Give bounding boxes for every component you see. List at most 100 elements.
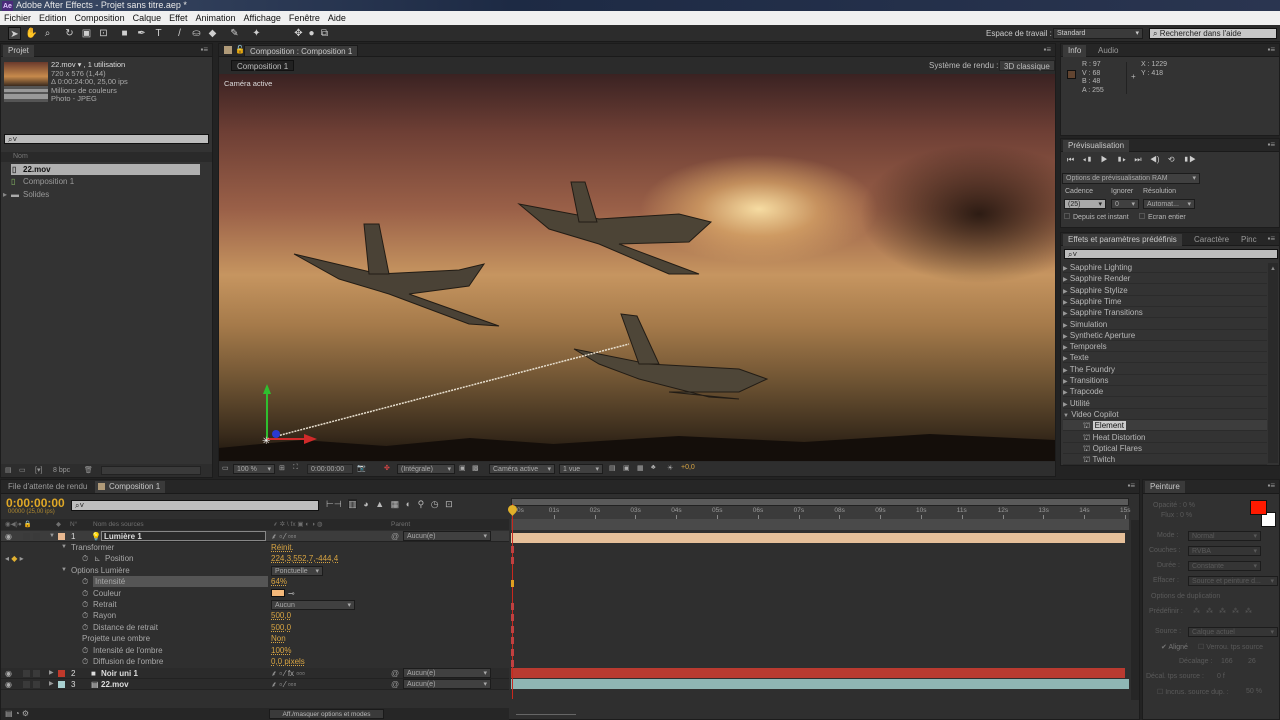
renderer-button[interactable]: 3D classique [999, 60, 1055, 71]
property-select[interactable]: Aucun [271, 600, 355, 610]
keyframe-marker[interactable] [511, 648, 514, 656]
channels-icon[interactable]: ✤ [384, 464, 390, 472]
current-time-field[interactable]: 0:00:00:00 [307, 464, 353, 474]
play-icon[interactable]: ▶ [1101, 155, 1108, 164]
solo-toggle[interactable] [23, 533, 30, 540]
expand-arrow-icon[interactable]: ▶ [1063, 368, 1068, 374]
property-value[interactable]: 100% [271, 645, 291, 656]
composition-subtab[interactable]: Composition 1 [231, 60, 295, 71]
effect-category[interactable]: ▶ Transitions [1063, 375, 1267, 386]
work-area-bar[interactable] [511, 498, 1129, 506]
effect-item[interactable]: ⛫ Optical Flares [1063, 443, 1267, 454]
last-frame-icon[interactable]: ⏭ [1134, 155, 1141, 164]
menu-fenetre[interactable]: Fenêtre [285, 11, 324, 25]
property-value[interactable]: 0,0 pixels [271, 656, 305, 667]
duration-select[interactable]: Constante [1188, 561, 1261, 571]
keyframe-marker[interactable] [511, 660, 514, 667]
expand-arrow-icon[interactable]: ▶ [49, 679, 54, 690]
stopwatch-icon[interactable]: ⏱ [82, 622, 88, 633]
property-row[interactable]: ⏱ Intensité de l'ombre 100% [1, 645, 509, 656]
view-layout-select[interactable]: 1 vue [559, 464, 603, 474]
motion-blur-icon[interactable]: ▦ [391, 499, 400, 509]
effects-scrollbar[interactable]: ▲ [1268, 263, 1278, 463]
foreground-color-swatch[interactable] [1250, 500, 1267, 515]
expand-arrow-icon[interactable]: ▶ [1063, 300, 1068, 306]
stopwatch-icon[interactable]: ⏱ [82, 656, 88, 667]
panel-menu-icon[interactable]: ▪≡ [1267, 45, 1275, 54]
layer-name[interactable]: Noir uni 1 [101, 668, 138, 679]
expand-arrow-icon[interactable]: ▶ [1063, 390, 1068, 396]
help-search-input[interactable]: ⌕ Rechercher dans l'aide [1149, 28, 1277, 39]
effect-category[interactable]: ▶ Texte [1063, 352, 1267, 364]
source-select[interactable]: Calque actuel [1188, 627, 1278, 637]
visibility-eye-icon[interactable]: ◉ [5, 531, 12, 542]
column-parent[interactable]: Parent [391, 519, 410, 530]
shy-layers-icon[interactable]: ◕ [363, 499, 368, 509]
previous-frame-icon[interactable]: ◂▮ [1082, 155, 1092, 164]
keyframe-marker[interactable] [511, 603, 514, 610]
label-color-icon[interactable] [58, 681, 65, 688]
collapse-arrow-icon[interactable]: ▼ [49, 531, 55, 542]
tab-effets[interactable]: Effets et paramètres prédéfinis [1063, 234, 1182, 246]
fullscreen-checkbox[interactable]: Ecran entier [1139, 213, 1186, 221]
pixel-aspect-icon[interactable]: ▤ [609, 464, 616, 472]
stopwatch-icon[interactable]: ⏱ [82, 599, 88, 610]
menu-calque[interactable]: Calque [129, 11, 166, 25]
axis-mode-icon[interactable]: ✥ [292, 27, 305, 40]
effect-category[interactable]: ▶ Simulation [1063, 319, 1267, 330]
visibility-eye-icon[interactable]: ◉ [5, 668, 12, 679]
property-value[interactable]: 64% [271, 576, 287, 587]
property-row[interactable]: ⏱ Distance de retrait 500,0 [1, 622, 509, 633]
offset-x[interactable]: 166 [1221, 658, 1233, 665]
exposure-icon[interactable]: ☀ [667, 464, 673, 472]
workspace-select[interactable]: Standard [1053, 28, 1143, 39]
channels-select[interactable]: RVBA [1188, 546, 1261, 556]
keyframe-marker[interactable] [511, 546, 514, 553]
column-number[interactable]: N° [70, 519, 77, 530]
expand-arrow-icon[interactable]: ▶ [1063, 277, 1068, 283]
ram-preview-icon[interactable]: ▮▶ [1183, 155, 1197, 164]
collapse-arrow-icon[interactable]: ▼ [61, 565, 67, 576]
solo-toggle[interactable] [23, 681, 30, 688]
layer-switches[interactable]: ⸙ ▫ ⁄ fx ▫▫▫ [271, 668, 305, 679]
roto-brush-tool-icon[interactable]: ✎ [228, 27, 241, 40]
effect-item[interactable]: ⛫ Twitch [1063, 454, 1267, 466]
tab-caractere[interactable]: Caractère [1189, 234, 1234, 246]
expand-arrow-icon[interactable]: ▶ [1063, 379, 1068, 385]
stopwatch-icon[interactable]: ⏱ [82, 553, 88, 564]
panel-menu-icon[interactable]: ▪≡ [1267, 481, 1275, 490]
layer-row[interactable]: ◉ ▼ 1 💡 Lumière 1 ⸙ ▫ ⁄ ▫▫▫ @ Aucun(e) [1, 531, 509, 542]
effect-category[interactable]: ▶ Sapphire Time [1063, 296, 1267, 307]
expand-arrow-icon[interactable]: ▶ [1063, 289, 1068, 295]
column-source-name[interactable]: Nom des sources [93, 519, 144, 530]
puppet-tool-icon[interactable]: ✦ [250, 27, 263, 40]
effect-item[interactable]: ⛫ Element [1063, 420, 1267, 432]
color-depth[interactable]: 8 bpc [53, 464, 70, 477]
graph-editor-icon[interactable]: ⚲ [418, 499, 425, 509]
brainstorm-icon[interactable]: ◐ [406, 499, 411, 509]
tab-composition-1[interactable]: Composition 1 [95, 481, 166, 493]
text-tool-icon[interactable]: T [152, 27, 165, 40]
panel-menu-icon[interactable]: ▪≡ [1127, 481, 1135, 490]
z-axis-gizmo[interactable] [272, 430, 280, 438]
ignore-select[interactable]: 0 [1111, 199, 1139, 209]
erase-select[interactable]: Source et peinture d... [1188, 576, 1278, 586]
layer-switches[interactable]: ⸙ ▫ ⁄ ▫▫▫ [271, 531, 296, 542]
layer-bar-noir-uni[interactable] [511, 668, 1125, 678]
layer-row[interactable]: ◉ ▶ 3 ▤ 22.mov ⸙ ▫ ⁄ ▫▫▫ @ Aucun(e) [1, 679, 509, 690]
menu-aide[interactable]: Aide [324, 11, 350, 25]
column-header-nom[interactable]: Nom [1, 152, 212, 162]
stopwatch-icon[interactable]: ⏱ [82, 588, 88, 599]
panel-menu-icon[interactable]: ▪≡ [1267, 140, 1275, 149]
time-ruler[interactable] [511, 506, 1129, 519]
pickwhip-icon[interactable]: @ [391, 531, 399, 542]
property-value[interactable]: 224,3,552,7,-444,4 [271, 553, 338, 564]
tab-render-queue[interactable]: File d'attente de rendu [3, 481, 92, 493]
clone-stamp-tool-icon[interactable]: ⛀ [190, 27, 203, 40]
pickwhip-icon[interactable]: @ [391, 668, 399, 679]
tab-projet[interactable]: Projet [3, 45, 34, 57]
effect-category[interactable]: ▶ Synthetic Aperture [1063, 330, 1267, 341]
exposure-value[interactable]: +0,0 [681, 464, 695, 471]
timeline-scrollbar[interactable] [1131, 520, 1139, 700]
lock-toggle[interactable] [33, 670, 40, 677]
